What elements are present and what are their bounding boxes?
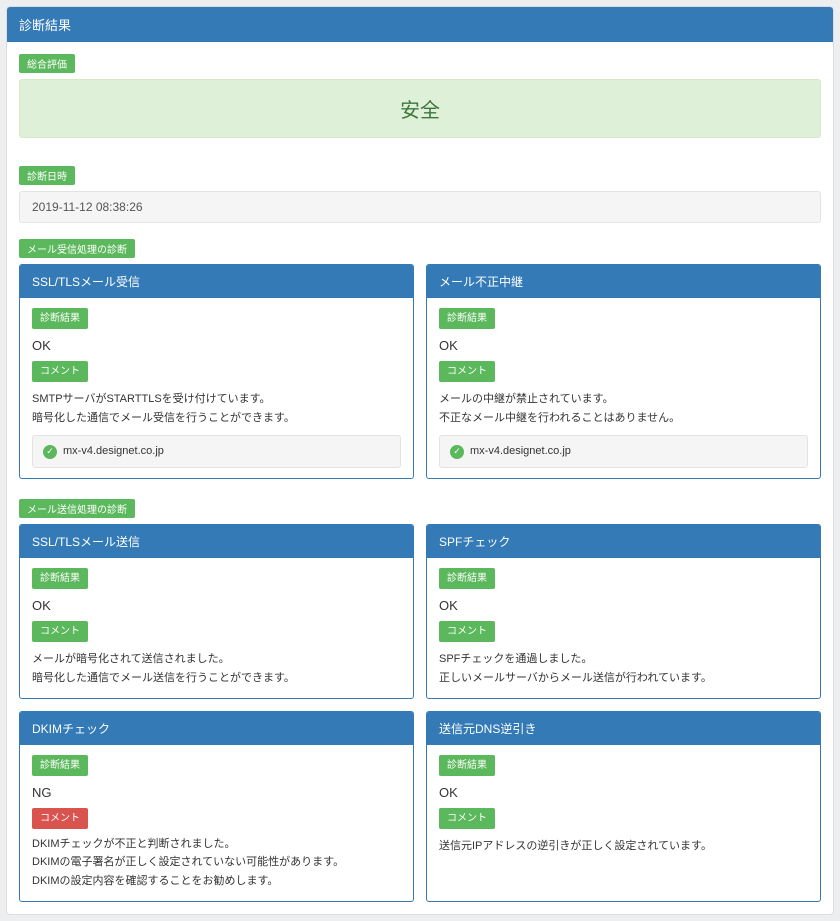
date-label: 診断日時 <box>19 166 75 185</box>
card-body: 診断結果 NG コメント DKIMチェックが不正と判断されました。 DKIMの電… <box>20 745 413 901</box>
comment-line: メールが暗号化されて送信されました。 <box>32 650 401 669</box>
comment-label: コメント <box>32 361 88 382</box>
card-title: 送信元DNS逆引き <box>427 712 820 745</box>
card-title: DKIMチェック <box>20 712 413 745</box>
comment-lines: メールの中継が禁止されています。 不正なメール中継を行われることはありません。 <box>439 390 808 427</box>
send-section-label: メール送信処理の診断 <box>19 499 135 518</box>
comment-label: コメント <box>439 808 495 829</box>
card-body: 診断結果 OK コメント メールが暗号化されて送信されました。 暗号化した通信で… <box>20 558 413 697</box>
card-relay: メール不正中継 診断結果 OK コメント メールの中継が禁止されています。 不正… <box>426 264 821 479</box>
card-ssl-receive: SSL/TLSメール受信 診断結果 OK コメント SMTPサーバがSTARTT… <box>19 264 414 479</box>
send-cards-row-1: SSL/TLSメール送信 診断結果 OK コメント メールが暗号化されて送信され… <box>7 524 833 710</box>
comment-line: SMTPサーバがSTARTTLSを受け付けています。 <box>32 390 401 409</box>
status-text: OK <box>439 782 808 804</box>
comment-label: コメント <box>439 361 495 382</box>
card-dkim: DKIMチェック 診断結果 NG コメント DKIMチェックが不正と判断されまし… <box>19 711 414 902</box>
send-cards-row-2: DKIMチェック 診断結果 NG コメント DKIMチェックが不正と判断されまし… <box>7 711 833 914</box>
server-name: mx-v4.designet.co.jp <box>63 442 164 461</box>
comment-line: 暗号化した通信でメール送信を行うことができます。 <box>32 669 401 688</box>
comment-line: SPFチェックを通過しました。 <box>439 650 808 669</box>
card-title: SSL/TLSメール送信 <box>20 525 413 558</box>
card-spf: SPFチェック 診断結果 OK コメント SPFチェックを通過しました。 正しい… <box>426 524 821 698</box>
card-body: 診断結果 OK コメント 送信元IPアドレスの逆引きが正しく設定されています。 <box>427 745 820 866</box>
comment-lines: DKIMチェックが不正と判断されました。 DKIMの電子署名が正しく設定されてい… <box>32 835 401 891</box>
result-label: 診断結果 <box>32 755 88 776</box>
result-label: 診断結果 <box>439 568 495 589</box>
comment-line: DKIMの設定内容を確認することをお勧めします。 <box>32 872 401 891</box>
comment-line: DKIMチェックが不正と判断されました。 <box>32 835 401 854</box>
comment-label: コメント <box>32 808 88 829</box>
comment-line: 送信元IPアドレスの逆引きが正しく設定されています。 <box>439 837 808 856</box>
card-title: SPFチェック <box>427 525 820 558</box>
receive-section-label: メール受信処理の診断 <box>19 239 135 258</box>
card-ssl-send: SSL/TLSメール送信 診断結果 OK コメント メールが暗号化されて送信され… <box>19 524 414 698</box>
check-icon: ✓ <box>450 445 464 459</box>
status-text: OK <box>32 595 401 617</box>
card-title: SSL/TLSメール受信 <box>20 265 413 298</box>
comment-line: 暗号化した通信でメール受信を行うことができます。 <box>32 409 401 428</box>
server-box: ✓ mx-v4.designet.co.jp <box>32 435 401 468</box>
result-label: 診断結果 <box>439 308 495 329</box>
overall-label: 総合評価 <box>19 54 75 73</box>
card-title: メール不正中継 <box>427 265 820 298</box>
card-body: 診断結果 OK コメント SMTPサーバがSTARTTLSを受け付けています。 … <box>20 298 413 478</box>
overall-verdict: 安全 <box>19 79 821 138</box>
status-text: OK <box>439 595 808 617</box>
overall-block: 総合評価 安全 <box>7 42 833 138</box>
comment-label: コメント <box>439 621 495 642</box>
card-reverse-dns: 送信元DNS逆引き 診断結果 OK コメント 送信元IPアドレスの逆引きが正しく… <box>426 711 821 902</box>
comment-label: コメント <box>32 621 88 642</box>
comment-lines: SMTPサーバがSTARTTLSを受け付けています。 暗号化した通信でメール受信… <box>32 390 401 427</box>
card-body: 診断結果 OK コメント SPFチェックを通過しました。 正しいメールサーバから… <box>427 558 820 697</box>
comment-line: 正しいメールサーバからメール送信が行われています。 <box>439 669 808 688</box>
status-text: OK <box>439 335 808 357</box>
page-title: 診断結果 <box>7 7 833 42</box>
comment-lines: 送信元IPアドレスの逆引きが正しく設定されています。 <box>439 837 808 856</box>
server-box: ✓ mx-v4.designet.co.jp <box>439 435 808 468</box>
receive-cards-row: SSL/TLSメール受信 診断結果 OK コメント SMTPサーバがSTARTT… <box>7 264 833 491</box>
result-label: 診断結果 <box>439 755 495 776</box>
result-label: 診断結果 <box>32 568 88 589</box>
comment-line: メールの中継が禁止されています。 <box>439 390 808 409</box>
main-panel: 診断結果 総合評価 安全 診断日時 2019-11-12 08:38:26 メー… <box>6 6 834 915</box>
status-text: OK <box>32 335 401 357</box>
receive-section-label-wrap: メール受信処理の診断 <box>7 239 833 264</box>
server-name: mx-v4.designet.co.jp <box>470 442 571 461</box>
status-text: NG <box>32 782 401 804</box>
result-label: 診断結果 <box>32 308 88 329</box>
date-block: 診断日時 2019-11-12 08:38:26 <box>7 154 833 223</box>
send-section-label-wrap: メール送信処理の診断 <box>7 499 833 524</box>
date-value: 2019-11-12 08:38:26 <box>19 191 821 223</box>
card-body: 診断結果 OK コメント メールの中継が禁止されています。 不正なメール中継を行… <box>427 298 820 478</box>
comment-line: 不正なメール中継を行われることはありません。 <box>439 409 808 428</box>
check-icon: ✓ <box>43 445 57 459</box>
comment-line: DKIMの電子署名が正しく設定されていない可能性があります。 <box>32 853 401 872</box>
